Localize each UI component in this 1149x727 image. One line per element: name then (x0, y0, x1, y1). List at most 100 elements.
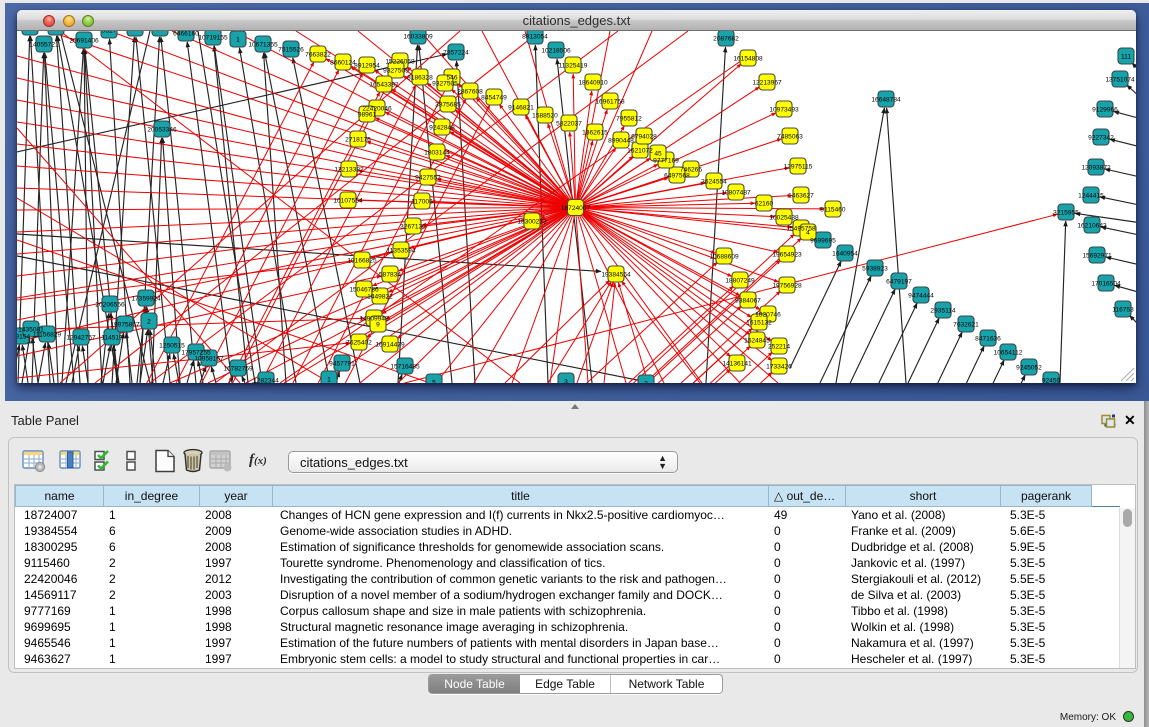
svg-text:10973493: 10973493 (769, 106, 799, 113)
svg-text:7485063: 7485063 (777, 133, 803, 140)
svg-text:19384554: 19384554 (601, 271, 631, 278)
svg-text:12213382: 12213382 (334, 166, 364, 173)
svg-text:12975115: 12975115 (784, 163, 813, 170)
svg-text:9317: 9317 (102, 31, 117, 34)
svg-text:19975867: 19975867 (110, 321, 140, 328)
svg-text:10688609: 10688609 (709, 253, 739, 260)
svg-text:5822037: 5822037 (556, 120, 582, 127)
svg-text:1449822: 1449822 (367, 293, 393, 300)
svg-text:18807249: 18807249 (725, 277, 755, 284)
svg-text:252214: 252214 (768, 343, 790, 350)
svg-text:19166825: 19166825 (347, 257, 377, 264)
svg-text:8912954: 8912954 (354, 62, 380, 69)
svg-text:17359924: 17359924 (131, 295, 161, 302)
svg-text:19654923: 19654923 (772, 251, 802, 258)
svg-text:3875685: 3875685 (435, 101, 461, 108)
svg-text:1244415: 1244415 (1078, 192, 1104, 199)
svg-text:39154: 39154 (17, 333, 30, 340)
svg-text:3267130: 3267130 (400, 223, 426, 230)
svg-text:1: 1 (327, 376, 331, 383)
svg-text:1527602: 1527602 (147, 31, 173, 32)
svg-text:1524845: 1524845 (744, 337, 770, 344)
svg-text:10807487: 10807487 (721, 189, 751, 196)
svg-text:1621072: 1621072 (627, 147, 653, 154)
svg-text:6466160: 6466160 (173, 31, 199, 37)
svg-text:2935114: 2935114 (930, 307, 956, 314)
svg-text:12093872: 12093872 (1081, 164, 1111, 171)
svg-text:8471636: 8471636 (975, 335, 1001, 342)
svg-text:7955812: 7955812 (616, 115, 642, 122)
svg-text:18300273: 18300273 (517, 218, 547, 225)
svg-text:9242848: 9242848 (429, 124, 455, 131)
svg-text:11353594: 11353594 (387, 247, 416, 254)
svg-text:2867608: 2867608 (457, 88, 483, 95)
svg-text:62160: 62160 (755, 200, 774, 207)
svg-text:5938923: 5938923 (862, 265, 888, 272)
svg-text:9384067: 9384067 (735, 297, 761, 304)
svg-text:9327505: 9327505 (432, 80, 458, 87)
svg-text:1250515: 1250515 (159, 342, 185, 349)
svg-text:10958167: 10958167 (194, 355, 224, 362)
svg-text:18724007: 18724007 (561, 205, 591, 212)
svg-text:1615132: 1615132 (746, 319, 772, 326)
svg-text:16914479: 16914479 (375, 341, 405, 348)
svg-text:92450: 92450 (1042, 377, 1061, 383)
svg-text:9245052: 9245052 (1016, 364, 1042, 371)
svg-text:3624554: 3624554 (701, 178, 727, 185)
svg-text:45: 45 (654, 150, 662, 157)
svg-text:9327505: 9327505 (383, 67, 409, 74)
svg-text:16648784: 16648784 (871, 96, 901, 103)
svg-text:7663822: 7663822 (305, 51, 331, 58)
svg-text:11156829: 11156829 (33, 331, 62, 338)
svg-text:10107554: 10107554 (333, 197, 363, 204)
svg-text:11325419: 11325419 (559, 62, 588, 69)
svg-text:14909948: 14909948 (359, 315, 389, 322)
svg-text:18640910: 18640910 (578, 79, 608, 86)
svg-text:1362615: 1362615 (582, 129, 608, 136)
svg-text:1463627: 1463627 (788, 192, 814, 199)
svg-text:9427552: 9427552 (415, 174, 441, 181)
svg-text:98961: 98961 (358, 111, 377, 118)
svg-text:14136141: 14136141 (722, 360, 752, 367)
svg-text:1733426: 1733426 (766, 363, 792, 370)
svg-text:6497568: 6497568 (664, 172, 690, 179)
svg-text:20206556: 20206556 (95, 301, 125, 308)
svg-text:7515526: 7515526 (278, 46, 304, 53)
svg-text:10218506: 10218506 (541, 47, 571, 54)
svg-text:7857224: 7857224 (443, 49, 469, 56)
svg-text:9777169: 9777169 (653, 157, 679, 164)
svg-text:19756928: 19756928 (772, 282, 802, 289)
svg-text:4: 4 (806, 229, 810, 236)
svg-text:1588520: 1588520 (532, 112, 558, 119)
svg-text:10671355: 10671355 (248, 41, 278, 48)
svg-text:1820746: 1820746 (755, 311, 781, 318)
svg-text:15495758: 15495758 (786, 225, 816, 232)
svg-text:20691406: 20691406 (69, 37, 99, 44)
svg-text:20053346: 20053346 (147, 126, 177, 133)
svg-text:1640954: 1640954 (832, 250, 858, 257)
svg-text:1282344: 1282344 (253, 377, 279, 383)
svg-text:9129966: 9129966 (1092, 106, 1118, 113)
svg-text:2087682: 2087682 (713, 35, 739, 42)
svg-text:8660124: 8660124 (330, 59, 356, 66)
svg-text:16033809: 16033809 (403, 33, 433, 40)
svg-text:7625402: 7625402 (346, 339, 372, 346)
svg-text:17016504: 17016504 (1091, 280, 1121, 287)
svg-text:10719155: 10719155 (198, 34, 228, 41)
svg-text:13751074: 13751074 (1105, 76, 1135, 83)
svg-text:15046786: 15046786 (349, 286, 379, 293)
svg-text:111: 111 (1121, 53, 1131, 60)
svg-text:9146821: 9146821 (508, 104, 534, 111)
svg-text:9457791: 9457791 (329, 360, 355, 367)
svg-text:7632621: 7632621 (953, 321, 979, 328)
svg-text:8454749: 8454749 (481, 94, 507, 101)
svg-text:16154808: 16154808 (733, 55, 763, 62)
svg-text:5: 5 (432, 379, 436, 383)
svg-text:3: 3 (564, 378, 568, 383)
svg-text:8990448: 8990448 (608, 137, 634, 144)
svg-text:2: 2 (147, 318, 151, 325)
svg-text:15226058: 15226058 (385, 58, 415, 65)
svg-text:15716485: 15716485 (390, 363, 420, 370)
svg-text:9227342: 9227342 (1088, 134, 1114, 141)
svg-text:3215955: 3215955 (1053, 209, 1079, 216)
